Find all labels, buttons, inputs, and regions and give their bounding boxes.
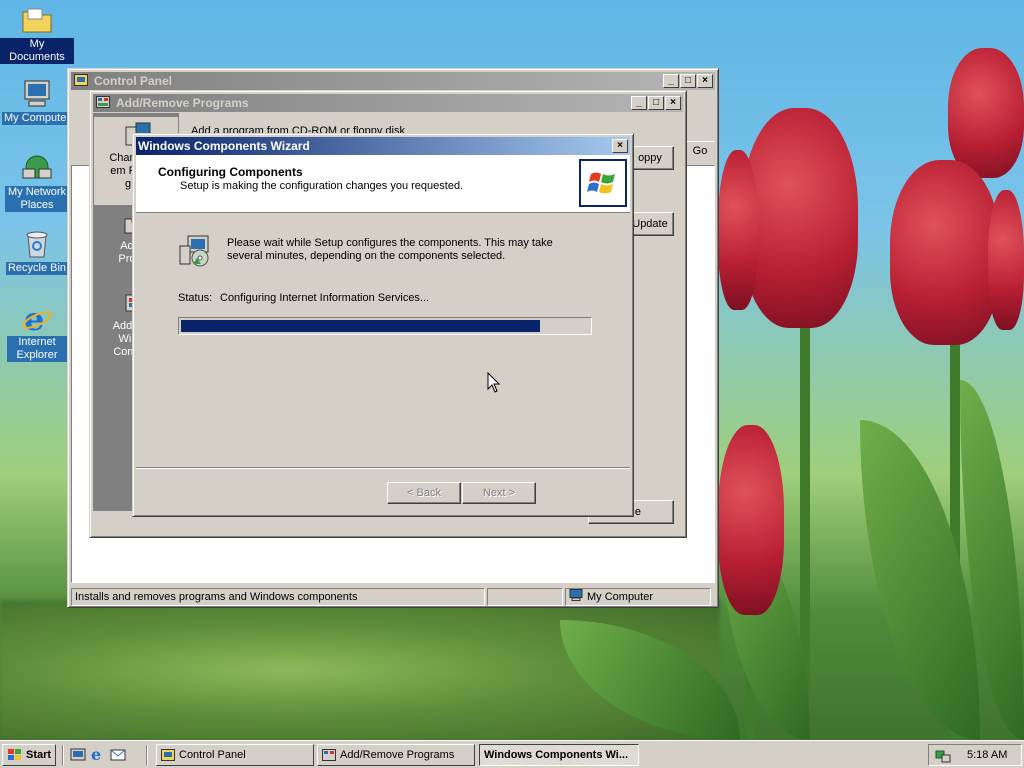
- network-tray-icon[interactable]: [935, 747, 951, 763]
- floppy-button-label: oppy: [638, 152, 662, 164]
- clock[interactable]: 5:18 AM: [967, 749, 1007, 761]
- show-desktop-icon[interactable]: [70, 746, 86, 762]
- mouse-cursor-icon: [487, 371, 501, 397]
- task-windows-components-wizard[interactable]: Windows Components Wi...: [479, 744, 639, 766]
- wallpaper-tulip: [742, 108, 858, 328]
- control-panel-icon: [161, 749, 175, 761]
- close-button-label: e: [634, 506, 641, 518]
- wizard-titlebar[interactable]: Windows Components Wizard ×: [136, 137, 630, 155]
- windows-flag-icon: [7, 748, 23, 762]
- minimize-button[interactable]: _: [663, 74, 679, 88]
- desktop-icon-my-documents[interactable]: My Documents: [0, 4, 74, 64]
- svg-text:e: e: [91, 746, 101, 762]
- control-panel-statusbar: Installs and removes programs and Window…: [71, 588, 715, 608]
- close-button[interactable]: ×: [612, 139, 628, 153]
- status-label: Status:: [178, 292, 213, 304]
- progress-bar: [178, 317, 592, 335]
- wizard-heading: Configuring Components: [158, 165, 303, 179]
- add-remove-programs-icon: [96, 96, 112, 110]
- my-computer-small-icon: [569, 588, 583, 606]
- task-control-panel[interactable]: Control Panel: [156, 744, 314, 766]
- back-button-label: < Back: [407, 487, 441, 499]
- status-location-text: My Computer: [587, 591, 654, 603]
- wizard-separator: [136, 467, 630, 469]
- status-text: Installs and removes programs and Window…: [71, 588, 485, 606]
- recycle-bin-icon: [21, 228, 53, 260]
- start-button[interactable]: Start: [2, 744, 56, 766]
- wallpaper-tulip: [718, 425, 784, 615]
- close-button[interactable]: ×: [697, 74, 713, 88]
- close-button[interactable]: ×: [665, 96, 681, 110]
- update-button-label: Update: [632, 218, 668, 230]
- task-label: Control Panel: [179, 749, 246, 761]
- go-button-label: Go: [692, 145, 708, 157]
- task-label: Add/Remove Programs: [340, 749, 455, 761]
- wallpaper-tulip: [988, 190, 1024, 330]
- desktop-icon-network-places[interactable]: My Network Places: [0, 152, 74, 212]
- wallpaper-tulip: [718, 150, 758, 310]
- control-panel-titlebar[interactable]: Control Panel _ □ ×: [71, 72, 715, 90]
- desktop-icon-label: Recycle Bin: [5, 262, 69, 275]
- my-documents-folder-icon: [21, 4, 53, 36]
- setup-icon: [178, 234, 212, 268]
- desktop-icon-label: My Computer: [1, 112, 73, 125]
- desktop-icon-label: Internet Explorer: [7, 336, 67, 362]
- maximize-button[interactable]: □: [648, 96, 664, 110]
- svg-text:e: e: [24, 302, 44, 334]
- next-button-label: Next >: [482, 487, 516, 499]
- add-remove-titlebar[interactable]: Add/Remove Programs _ □ ×: [93, 94, 683, 112]
- maximize-button[interactable]: □: [680, 74, 696, 88]
- desktop-icon-recycle-bin[interactable]: Recycle Bin: [0, 228, 74, 275]
- wizard-subheading: Setup is making the configuration change…: [180, 180, 464, 192]
- network-places-icon: [21, 152, 53, 184]
- status-location: My Computer: [565, 588, 711, 606]
- status-value: Configuring Internet Information Service…: [220, 292, 430, 304]
- minimize-button[interactable]: _: [631, 96, 647, 110]
- desktop-icon-my-computer[interactable]: My Computer: [0, 78, 74, 125]
- wizard-title: Windows Components Wizard: [138, 139, 310, 153]
- add-remove-title: Add/Remove Programs: [116, 96, 249, 110]
- system-tray: 5:18 AM: [928, 744, 1022, 766]
- start-label: Start: [26, 749, 52, 761]
- outlook-express-icon[interactable]: [110, 746, 126, 762]
- add-remove-programs-icon: [322, 749, 336, 761]
- taskbar-separator: [62, 745, 64, 765]
- taskbar: Start e Control Panel Add/Remove Program…: [0, 740, 1024, 768]
- control-panel-title: Control Panel: [94, 74, 173, 88]
- my-computer-icon: [21, 78, 53, 110]
- wallpaper-tulip: [948, 48, 1024, 178]
- wizard-message: Please wait while Setup configures the c…: [227, 237, 553, 262]
- next-button[interactable]: Next >: [462, 482, 536, 504]
- quick-launch: e: [70, 746, 126, 762]
- wallpaper-tulip: [890, 160, 1000, 345]
- back-button[interactable]: < Back: [387, 482, 461, 504]
- task-label: Windows Components Wi...: [484, 749, 629, 761]
- task-add-remove-programs[interactable]: Add/Remove Programs: [317, 744, 475, 766]
- desktop-icon-internet-explorer[interactable]: e Internet Explorer: [0, 302, 74, 362]
- desktop-icon-label: My Network Places: [5, 186, 69, 212]
- control-panel-icon: [74, 74, 90, 88]
- status-blank: [487, 588, 563, 606]
- internet-explorer-quick-icon[interactable]: e: [90, 746, 106, 762]
- taskbar-separator: [146, 745, 148, 765]
- wizard-header: Configuring Components Setup is making t…: [136, 155, 630, 213]
- progress-bar-fill: [181, 320, 541, 332]
- internet-explorer-icon: e: [21, 302, 53, 334]
- go-button[interactable]: Go: [685, 141, 715, 161]
- desktop-icon-label: My Documents: [0, 38, 74, 64]
- windows-logo-icon: [579, 159, 627, 207]
- windows-components-wizard[interactable]: Windows Components Wizard × Configuring …: [132, 133, 634, 517]
